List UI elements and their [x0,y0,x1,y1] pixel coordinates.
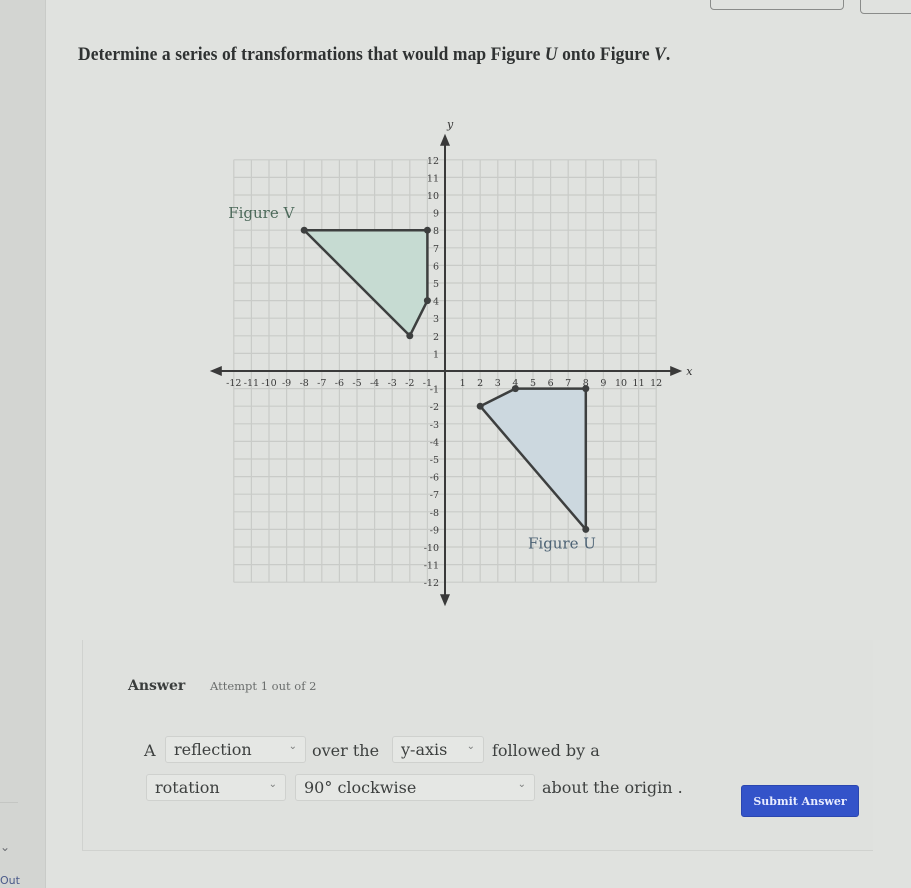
word-followed-by: followed by a [492,741,600,760]
dropdown-value: reflection [174,740,252,759]
x-tick-label: 8 [583,378,589,389]
sidebar-divider [0,802,18,803]
y-axis-label: y [446,118,454,131]
vertex-point [423,297,431,305]
y-tick-label: -10 [424,543,439,554]
y-tick-label: -5 [430,455,439,466]
submit-answer-button[interactable]: Submit Answer [741,785,859,817]
transformation-1-dropdown[interactable]: reflection ⌄ [165,736,306,763]
x-tick-label: -12 [226,378,241,389]
y-tick-label: -3 [430,420,439,431]
word-over-the: over the [312,741,380,760]
x-tick-label: 2 [477,378,483,389]
y-axis-arrow-up [440,133,450,146]
chevron-down-icon: ⌄ [268,779,277,790]
x-axis-arrow-right [670,366,683,376]
y-tick-label: 8 [433,226,439,237]
x-axis-label: x [686,365,693,378]
y-tick-label: -4 [430,437,439,448]
x-tick-label: 7 [565,378,571,389]
y-axis-arrow-down [440,594,450,607]
dropdown-value: 90° clockwise [304,778,417,797]
vertex-point [423,226,431,234]
x-tick-label: -11 [244,378,259,389]
x-tick-label: 12 [650,378,662,389]
transformation-2-dropdown[interactable]: rotation ⌄ [146,774,286,801]
chevron-down-icon: ⌄ [466,741,475,752]
vertex-point [300,226,308,234]
y-tick-label: 6 [433,261,439,272]
x-tick-label: 10 [615,378,627,389]
y-tick-label: -12 [424,578,439,589]
x-tick-label: 5 [530,378,536,389]
figure-v-label: Figure V [228,204,295,222]
x-tick-label: 1 [460,378,466,389]
y-tick-label: -9 [430,525,439,536]
x-tick-label: -2 [405,378,414,389]
rotation-direction-dropdown[interactable]: 90° clockwise ⌄ [295,774,535,801]
y-tick-label: 10 [427,191,439,202]
x-tick-label: -7 [317,378,326,389]
y-tick-label: 5 [433,279,439,290]
answer-title: Answer [128,678,186,694]
dropdown-value: y-axis [401,740,448,759]
y-tick-label: 11 [427,173,439,184]
y-tick-label: -1 [430,385,439,396]
vertex-point [476,402,484,410]
y-tick-label: 3 [433,314,439,325]
x-tick-label: -9 [282,378,291,389]
chevron-down-icon: ⌄ [288,741,297,752]
x-tick-label: 4 [512,378,518,389]
x-tick-label: -3 [388,378,397,389]
y-tick-label: 2 [433,332,439,343]
y-tick-label: -7 [430,490,439,501]
x-tick-label: -8 [300,378,309,389]
attempt-counter: Attempt 1 out of 2 [210,679,317,693]
sidebar-out-link[interactable]: Out [0,874,20,887]
x-tick-label: 11 [633,378,645,389]
figure-u-label: Figure U [528,534,596,552]
coordinate-plane: xy-12 -11 -10 -9 -8 -7 -6 -5 -4 -3 -2 -1 1 2 3 4 5 6 7 8 9 10… [209,118,693,607]
y-tick-label: -2 [430,402,439,413]
y-tick-label: 7 [433,244,439,255]
y-tick-label: 12 [427,156,439,167]
word-a: A [144,741,156,760]
x-axis-arrow-left [209,366,222,376]
y-tick-label: -11 [424,561,439,572]
y-tick-label: 1 [433,349,439,360]
vertex-point [406,332,414,340]
x-tick-label: -4 [370,378,379,389]
x-tick-label: 3 [495,378,501,389]
chevron-down-icon: ⌄ [517,779,526,790]
y-tick-label: 9 [433,209,439,220]
y-tick-label: -6 [430,473,439,484]
x-tick-label: 9 [600,378,606,389]
x-tick-label: -6 [335,378,344,389]
dropdown-value: rotation [155,778,220,797]
chevron-down-icon[interactable]: ⌄ [0,840,10,854]
x-tick-label: -10 [261,378,276,389]
x-tick-label: 6 [548,378,554,389]
x-tick-label: -5 [352,378,361,389]
word-about-origin: about the origin . [542,778,683,797]
y-tick-label: 4 [433,297,439,308]
vertex-point [582,525,590,533]
axis-dropdown[interactable]: y-axis ⌄ [392,736,484,763]
y-tick-label: -8 [430,508,439,519]
